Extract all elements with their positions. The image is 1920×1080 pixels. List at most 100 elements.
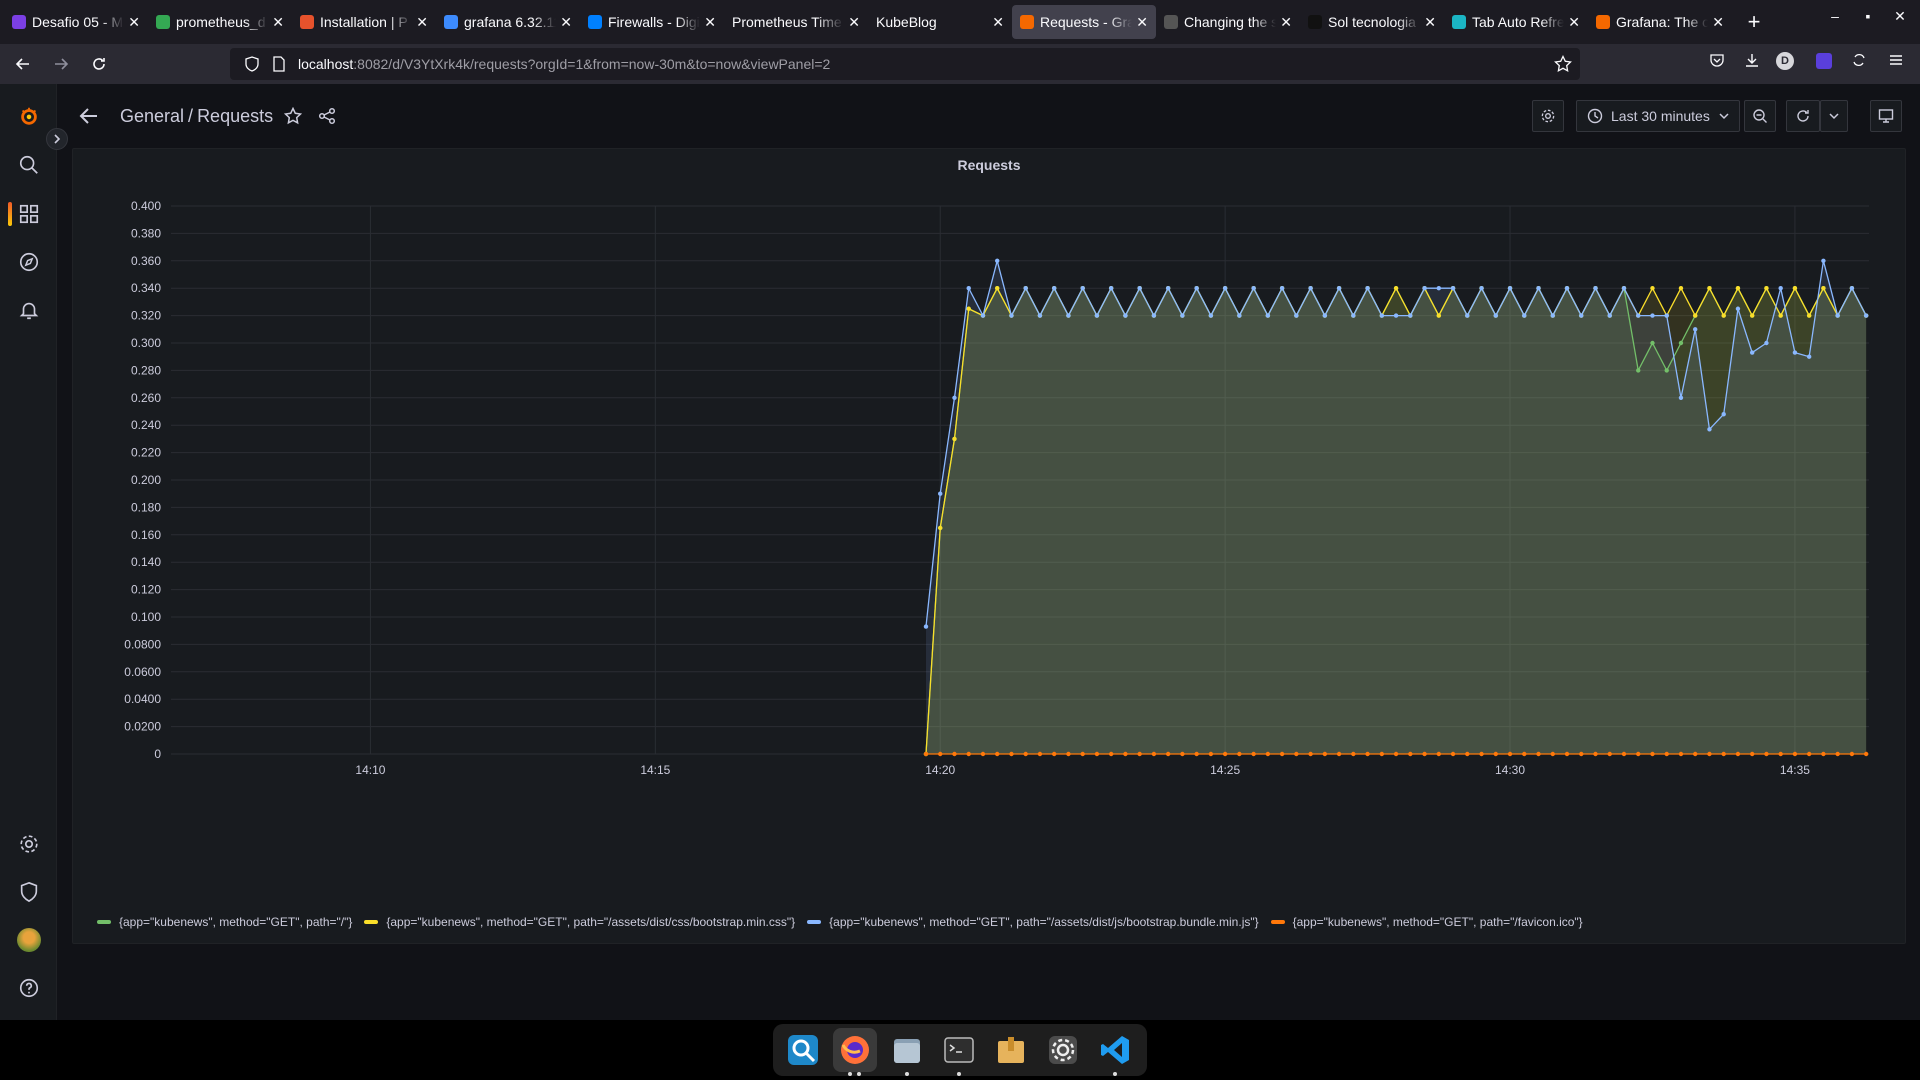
downloads-icon[interactable] [1740, 52, 1764, 73]
data-point [995, 286, 1000, 291]
breadcrumb-folder[interactable]: General [120, 106, 184, 126]
browser-tab[interactable]: Grafana: The o ✕ [1588, 5, 1732, 39]
browser-tab[interactable]: Sol tecnologia ✕ [1300, 5, 1444, 39]
tab-close-icon[interactable]: ✕ [272, 14, 284, 31]
maximize-icon[interactable]: ▪ [1858, 8, 1878, 24]
browser-tab[interactable]: prometheus_d ✕ [148, 5, 292, 39]
tab-close-icon[interactable]: ✕ [704, 14, 716, 31]
data-point [1721, 412, 1726, 417]
data-point [1835, 313, 1840, 318]
archive-icon[interactable] [989, 1028, 1033, 1072]
account-icon[interactable]: D [1776, 52, 1800, 70]
pocket-icon[interactable] [1705, 52, 1729, 73]
dashboards-icon[interactable] [0, 194, 57, 234]
vscode-icon[interactable] [1093, 1028, 1137, 1076]
data-point [1237, 751, 1242, 757]
tab-close-icon[interactable]: ✕ [560, 14, 572, 31]
timeseries-chart[interactable]: 0.400 0.380 0.360 0.340 0.320 0.300 0.280 0.260… [73, 149, 1907, 909]
tab-label: grafana 6.32.11 [464, 14, 557, 30]
legend-item[interactable]: {app="kubenews", method="GET", path="/as… [807, 915, 1259, 929]
browser-tab[interactable]: Prometheus Time ✕ [724, 5, 868, 39]
browser-tab[interactable]: KubeBlog ✕ [868, 5, 1012, 39]
data-point [1180, 751, 1185, 757]
data-point [1194, 286, 1199, 291]
data-point [1051, 286, 1057, 291]
menu-expand-button[interactable] [46, 128, 68, 150]
tab-close-icon[interactable]: ✕ [1280, 14, 1292, 31]
tab-close-icon[interactable]: ✕ [1136, 14, 1148, 31]
back-to-dashboard-button[interactable] [78, 105, 100, 132]
alerting-icon[interactable] [0, 290, 57, 330]
legend-item[interactable]: {app="kubenews", method="GET", path="/"} [97, 915, 352, 929]
browser-tab[interactable]: grafana 6.32.11 ✕ [436, 5, 580, 39]
search-icon[interactable] [0, 145, 57, 185]
tab-label: Changing the s [1184, 14, 1277, 30]
tab-close-icon[interactable]: ✕ [1424, 14, 1436, 31]
zoom-out-button[interactable] [1744, 100, 1776, 132]
data-point [1579, 313, 1584, 318]
forward-icon[interactable] [46, 49, 76, 79]
files-icon[interactable] [885, 1028, 929, 1076]
time-range-picker[interactable]: Last 30 minutes [1576, 100, 1740, 132]
data-point [1493, 751, 1498, 757]
menu-icon[interactable] [1884, 52, 1908, 73]
tab-favicon-icon [588, 15, 602, 29]
data-point [1707, 286, 1712, 291]
data-point [938, 751, 943, 757]
data-point [966, 286, 971, 291]
search-app-icon[interactable] [781, 1028, 825, 1072]
browser-tab[interactable]: Desafio 05 - M ✕ [4, 5, 148, 39]
tab-close-icon[interactable]: ✕ [128, 14, 140, 31]
back-icon[interactable] [8, 49, 38, 79]
server-admin-icon[interactable] [0, 872, 57, 912]
legend-item[interactable]: {app="kubenews", method="GET", path="/as… [364, 915, 795, 929]
tab-close-icon[interactable]: ✕ [992, 14, 1004, 31]
tab-close-icon[interactable]: ✕ [1712, 14, 1724, 31]
browser-tab[interactable]: Tab Auto Refre ✕ [1444, 5, 1588, 39]
browser-nav-bar: localhost:8082/d/V3YtXrk4k/requests?orgI… [0, 44, 1920, 84]
new-tab-button[interactable]: + [1740, 9, 1768, 35]
explore-icon[interactable] [0, 242, 57, 282]
legend-label: {app="kubenews", method="GET", path="/"} [119, 915, 353, 929]
star-icon[interactable] [283, 106, 303, 130]
url-bar[interactable]: localhost:8082/d/V3YtXrk4k/requests?orgI… [230, 48, 1580, 80]
reload-icon[interactable] [84, 49, 114, 79]
settings-icon[interactable] [1041, 1028, 1085, 1072]
tab-label: Firewalls - Digi [608, 14, 700, 30]
share-icon[interactable] [318, 107, 336, 130]
tab-label: prometheus_d [176, 14, 266, 30]
refresh-button[interactable] [1786, 100, 1820, 132]
legend-item[interactable]: {app="kubenews", method="GET", path="/fa… [1270, 915, 1583, 929]
y-tick-label: 0.320 [131, 309, 161, 323]
data-point [1037, 313, 1043, 318]
user-avatar[interactable] [0, 920, 57, 960]
data-point [1806, 751, 1812, 757]
x-tick-label: 14:25 [1210, 763, 1240, 777]
sync-icon[interactable] [1847, 52, 1871, 73]
data-point [1180, 313, 1185, 318]
data-point [1821, 286, 1826, 291]
help-icon[interactable] [0, 968, 57, 1008]
dashboard-settings-button[interactable] [1532, 100, 1564, 132]
minimize-icon[interactable]: – [1825, 8, 1845, 24]
configuration-icon[interactable] [0, 824, 57, 864]
tab-close-icon[interactable]: ✕ [1568, 14, 1580, 31]
data-point [1735, 286, 1741, 291]
grafana-logo-icon[interactable] [0, 96, 57, 136]
page-title[interactable]: Requests [197, 106, 273, 126]
firefox-icon[interactable] [833, 1028, 877, 1076]
tab-close-icon[interactable]: ✕ [416, 14, 428, 31]
browser-tab[interactable]: Installation | P ✕ [292, 5, 436, 39]
browser-tab[interactable]: Firewalls - Digi ✕ [580, 5, 724, 39]
browser-tab[interactable]: Requests - Gra ✕ [1012, 5, 1156, 39]
browser-tab[interactable]: Changing the s ✕ [1156, 5, 1300, 39]
extension-icon[interactable] [1812, 52, 1836, 70]
data-point [1678, 286, 1684, 291]
tab-close-icon[interactable]: ✕ [848, 14, 860, 31]
refresh-interval-button[interactable] [1820, 100, 1848, 132]
terminal-icon[interactable] [937, 1028, 981, 1076]
shield-icon[interactable] [244, 56, 260, 72]
window-close-icon[interactable]: ✕ [1890, 8, 1910, 25]
cycle-view-mode-button[interactable] [1870, 100, 1902, 132]
bookmark-star-icon[interactable] [1554, 55, 1572, 73]
